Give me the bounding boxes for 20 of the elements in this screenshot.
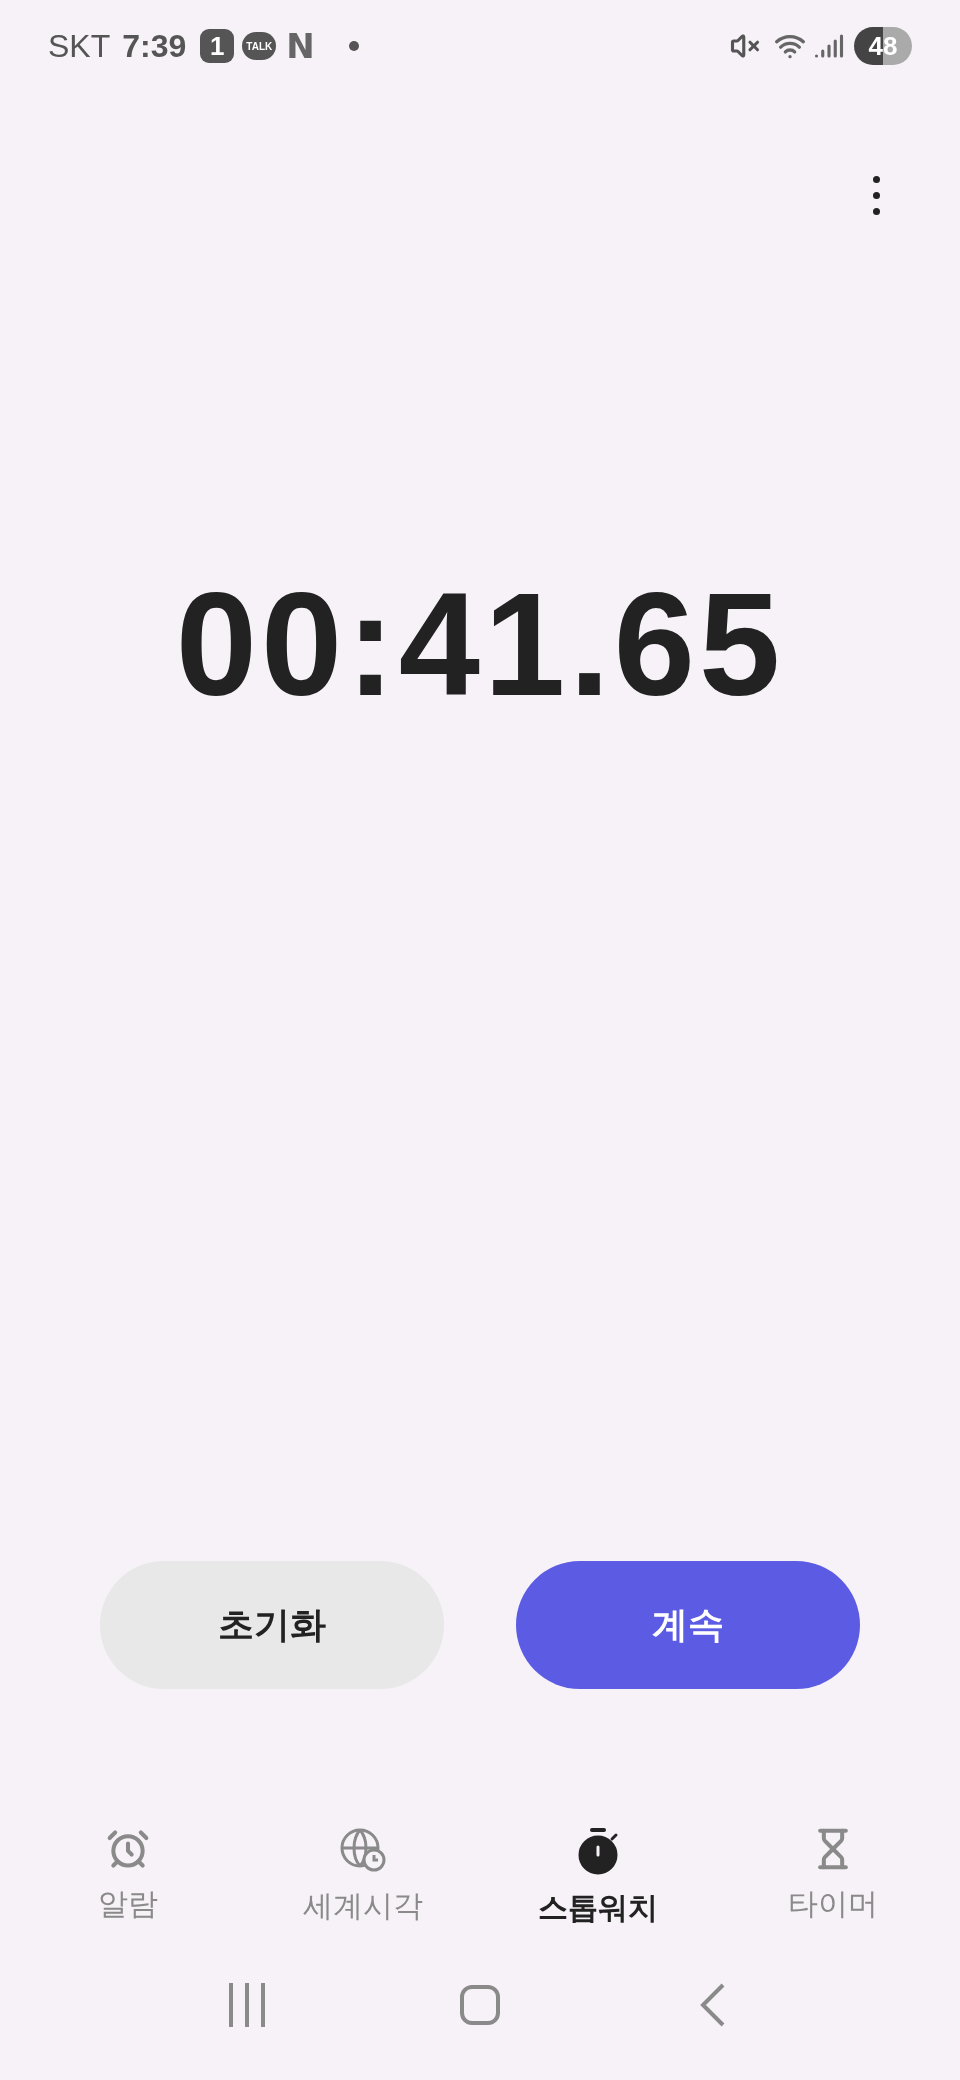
- battery-badge: 48: [854, 27, 912, 65]
- elapsed-time: 00:41.65: [175, 572, 785, 718]
- tab[interactable]: 세계시각: [245, 1827, 480, 1930]
- tab[interactable]: 스톱워치: [480, 1827, 715, 1930]
- notification-badge: 1: [200, 29, 235, 63]
- app-letter: N: [286, 24, 315, 68]
- mute-icon: [730, 31, 760, 61]
- signal-icon: [814, 31, 844, 61]
- globe-clock-icon: [338, 1827, 387, 1873]
- recent-apps-button[interactable]: [226, 1983, 267, 2027]
- reset-button[interactable]: 초기화: [100, 1561, 444, 1689]
- carrier-label: SKT: [48, 27, 111, 66]
- chat-badge: TALK: [242, 32, 277, 60]
- tab[interactable]: 알람: [10, 1827, 245, 1930]
- back-icon: [700, 1983, 727, 2027]
- alarm-clock-icon: [105, 1827, 150, 1871]
- continue-button[interactable]: 계속: [516, 1561, 860, 1689]
- home-button[interactable]: [460, 1985, 500, 2025]
- tab[interactable]: 타이머: [715, 1827, 950, 1930]
- status-time: 7:39: [122, 27, 187, 66]
